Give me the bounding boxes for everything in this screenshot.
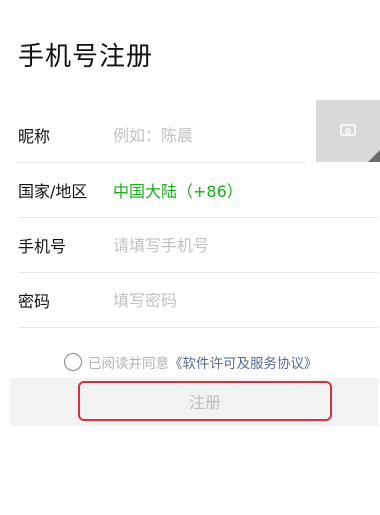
divider [18, 327, 378, 328]
nickname-row: 昵称 [18, 108, 293, 162]
agreement-text: 已阅读并同意 [88, 356, 169, 372]
camera-icon [340, 124, 356, 136]
phone-label: 手机号 [18, 237, 67, 256]
country-value[interactable]: 中国大陆（+86） [113, 178, 243, 202]
corner-indicator [368, 150, 380, 162]
register-button[interactable]: 注册 [78, 381, 332, 421]
password-input[interactable] [113, 290, 333, 310]
country-row[interactable]: 国家/地区 中国大陆（+86） [18, 163, 243, 217]
agreement-radio[interactable] [64, 353, 82, 371]
register-button-label: 注册 [188, 393, 221, 412]
nickname-input[interactable] [113, 125, 293, 145]
password-label: 密码 [18, 292, 51, 311]
phone-row: 手机号 [18, 218, 333, 272]
phone-input[interactable] [113, 235, 333, 255]
country-label: 国家/地区 [18, 182, 88, 201]
nickname-label: 昵称 [18, 127, 51, 146]
agreement-link[interactable]: 《软件许可及服务协议》 [169, 352, 318, 372]
avatar-picker[interactable] [316, 100, 380, 162]
page-title: 手机号注册 [18, 42, 154, 72]
password-row: 密码 [18, 273, 333, 327]
agreement-row: 已阅读并同意 《软件许可及服务协议》 [64, 351, 318, 373]
